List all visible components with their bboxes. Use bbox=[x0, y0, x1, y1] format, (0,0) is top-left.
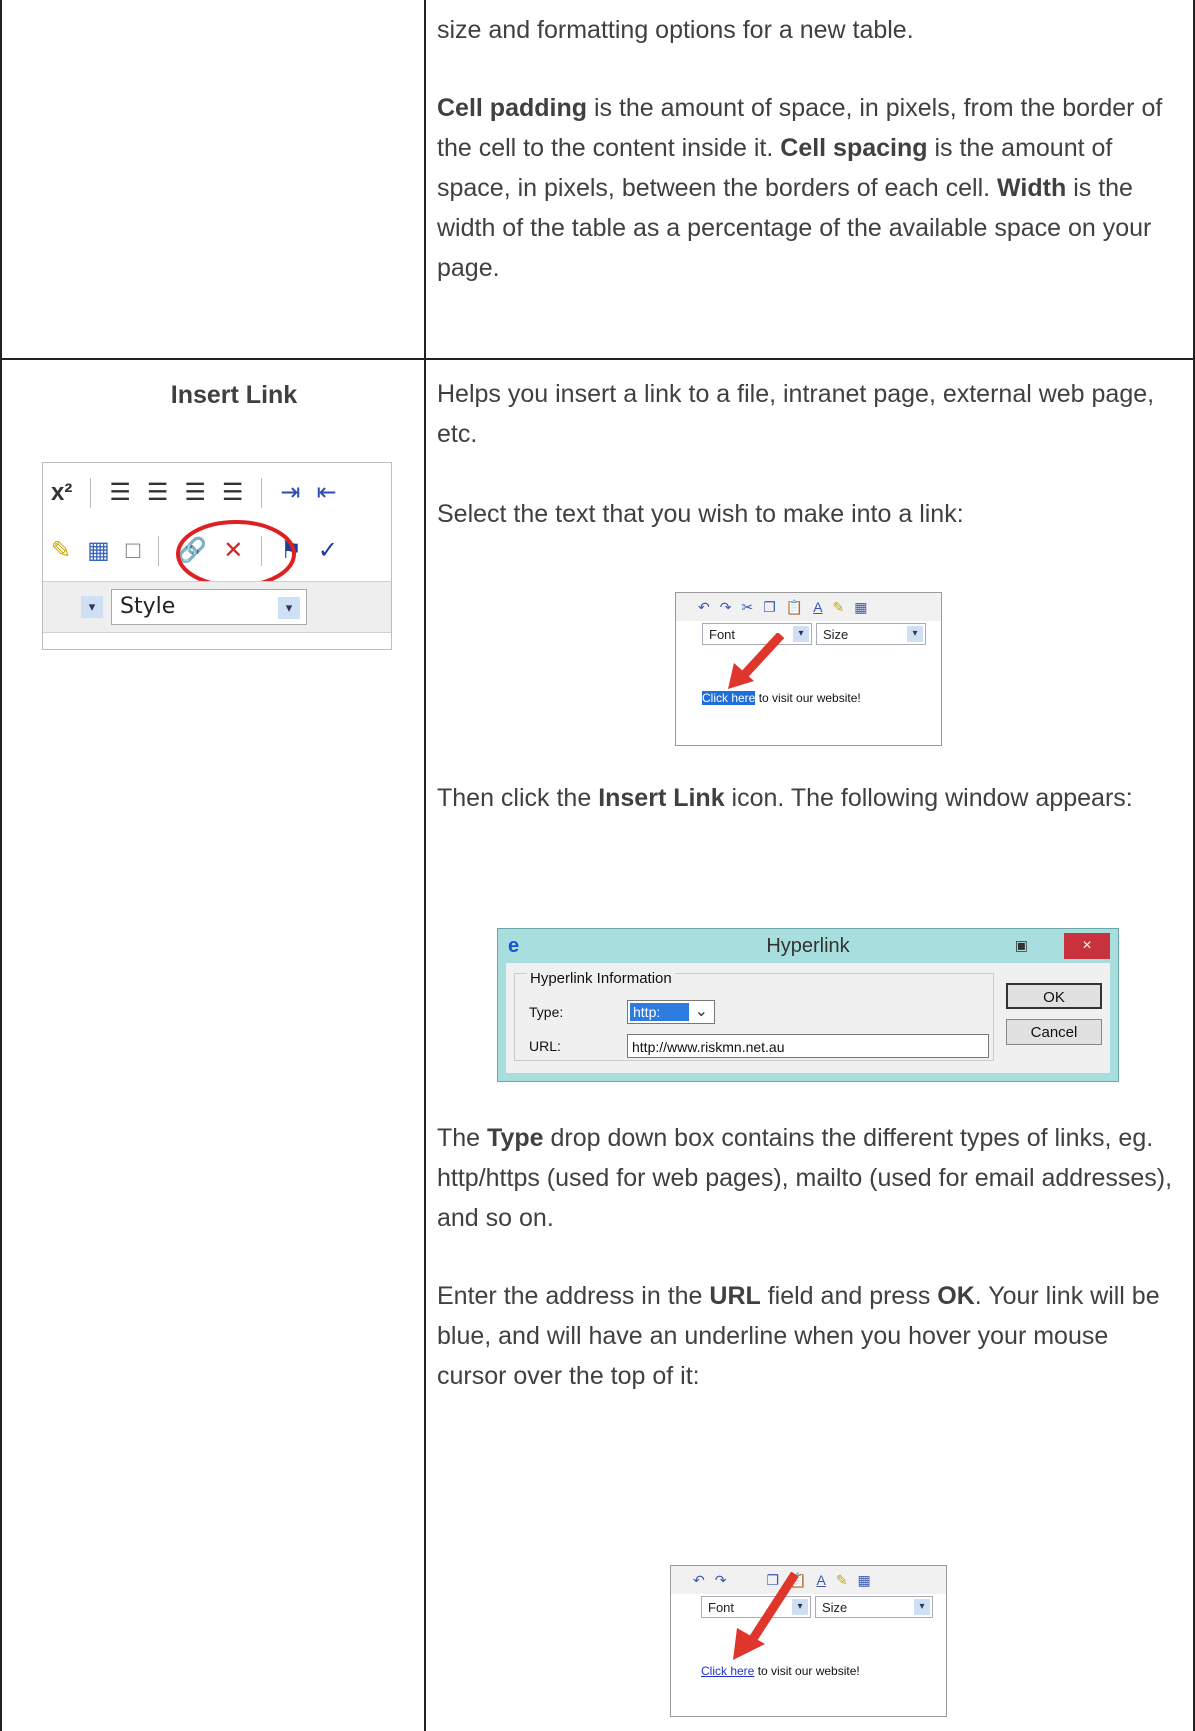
outdent-icon: ⇤ bbox=[316, 479, 337, 506]
table-cell-feature: Insert Link bbox=[42, 380, 426, 410]
toolbar-separator bbox=[90, 478, 92, 508]
font-select-dropdown-arrow: ▾ bbox=[81, 596, 103, 618]
document-table: size and formatting options for a new ta… bbox=[0, 0, 1195, 1731]
superscript-icon: x² bbox=[51, 479, 73, 506]
highlight-color-icon: ✎ bbox=[51, 537, 72, 564]
indent-icon: ⇥ bbox=[280, 479, 301, 506]
redo-icon: ↷ bbox=[714, 1571, 727, 1588]
toolbar-row-formatting: x² ☰ ☰ ☰ ☰ ⇥ ⇤ bbox=[43, 469, 391, 517]
term-cell-padding: Cell padding bbox=[437, 94, 587, 122]
text-type-b: drop down box contains the different typ… bbox=[437, 1124, 1173, 1232]
editor-toolbar: ↶ ↷ ❐ 📋 A ✎ ▦ bbox=[671, 1566, 946, 1594]
red-arrow-icon bbox=[733, 1572, 799, 1660]
term-url: URL bbox=[709, 1282, 761, 1310]
copy-icon: ❐ bbox=[763, 598, 776, 615]
toolbar-separator bbox=[261, 478, 263, 508]
term-width: Width bbox=[997, 174, 1067, 202]
highlight-color-icon: ✎ bbox=[835, 1571, 848, 1588]
type-select[interactable]: http: ⌄ bbox=[627, 1000, 715, 1024]
close-button[interactable]: × bbox=[1064, 933, 1110, 959]
editor-screenshot-selected: ↶ ↷ ✂ ❐ 📋 A ✎ ▦ Font ▾ Size ▾ Click here… bbox=[675, 592, 942, 746]
size-select-label: Size bbox=[823, 627, 849, 642]
chevron-down-icon: ▾ bbox=[914, 1599, 930, 1615]
chevron-down-icon: ▾ bbox=[907, 626, 923, 642]
editor-content-rest: to visit our website! bbox=[755, 691, 861, 705]
table-cell-description-type: The Type drop down box contains the diff… bbox=[437, 1118, 1175, 1396]
paragraph-cell-definitions: Cell padding is the amount of space, in … bbox=[437, 88, 1175, 288]
table-border-icon: □ bbox=[125, 537, 141, 564]
size-select: Size ▾ bbox=[815, 1596, 933, 1618]
paste-icon: 📋 bbox=[785, 598, 804, 615]
dialog-body: Hyperlink Information Type: http: ⌄ URL:… bbox=[506, 963, 1110, 1073]
editor-content: Click here to visit our website! bbox=[701, 1664, 860, 1678]
chevron-down-icon: ▾ bbox=[278, 597, 300, 619]
cancel-button[interactable]: Cancel bbox=[1006, 1019, 1102, 1045]
editor-content: Click here to visit our website! bbox=[702, 691, 861, 705]
table-cell-description-then: Then click the Insert Link icon. The fol… bbox=[437, 778, 1175, 818]
selected-text: Click here bbox=[702, 691, 756, 705]
ok-button[interactable]: OK bbox=[1006, 983, 1102, 1009]
cut-icon: ✂ bbox=[741, 598, 754, 615]
paragraph-then-click: Then click the Insert Link icon. The fol… bbox=[437, 778, 1175, 818]
editor-screenshot-linked: ↶ ↷ ❐ 📋 A ✎ ▦ Font ▾ Size ▾ Click here t… bbox=[670, 1565, 947, 1717]
term-type: Type bbox=[487, 1124, 544, 1152]
chevron-down-icon: ⌄ bbox=[694, 1003, 708, 1020]
pin-icon: ▣ bbox=[1014, 937, 1028, 953]
align-right-icon: ☰ bbox=[184, 479, 206, 506]
table-cell-description-insert-link: Helps you insert a link to a file, intra… bbox=[437, 374, 1175, 534]
red-arrow-icon bbox=[728, 633, 785, 689]
redo-icon: ↷ bbox=[719, 598, 732, 615]
text-type-a: The bbox=[437, 1124, 488, 1152]
spellcheck-icon: ✓ bbox=[317, 537, 338, 564]
type-label: Type: bbox=[529, 1004, 564, 1020]
undo-icon: ↶ bbox=[693, 1571, 705, 1588]
table-cell-description-top: size and formatting options for a new ta… bbox=[437, 0, 1175, 288]
size-select-label: Size bbox=[822, 1600, 848, 1615]
type-select-value: http: bbox=[630, 1003, 689, 1021]
hyperlink-dialog: e Hyperlink ▣ × Hyperlink Information Ty… bbox=[497, 928, 1119, 1082]
insert-table-icon: ▦ bbox=[87, 537, 110, 564]
toolbar-row-selects: ▾ Style ▾ bbox=[43, 581, 391, 633]
chevron-down-icon: ▾ bbox=[793, 626, 809, 642]
group-label: Hyperlink Information bbox=[527, 970, 675, 987]
paragraph-type-dropdown: The Type drop down box contains the diff… bbox=[437, 1118, 1175, 1238]
highlight-color-icon: ✎ bbox=[832, 598, 845, 615]
term-ok: OK bbox=[937, 1282, 975, 1310]
style-select: Style ▾ bbox=[111, 589, 307, 625]
hyperlink-info-group: Hyperlink Information Type: http: ⌄ URL:… bbox=[514, 970, 994, 1061]
url-input[interactable]: http://www.riskmn.net.au bbox=[627, 1034, 989, 1058]
hyperlink-text[interactable]: Click here bbox=[701, 1664, 754, 1678]
toolbar-separator bbox=[158, 536, 160, 566]
undo-icon: ↶ bbox=[698, 598, 710, 615]
font-color-icon: A bbox=[813, 599, 823, 615]
term-insert-link: Insert Link bbox=[598, 784, 725, 812]
paragraph-select-text: Select the text that you wish to make in… bbox=[437, 500, 964, 528]
table-row-divider bbox=[0, 358, 1195, 360]
term-cell-spacing: Cell spacing bbox=[780, 134, 928, 162]
insert-table-icon: ▦ bbox=[854, 598, 868, 615]
editor-content-rest: to visit our website! bbox=[754, 1664, 860, 1678]
text-then-a: Then click the bbox=[437, 784, 599, 812]
font-color-icon: A bbox=[816, 1572, 826, 1588]
text-then-b: icon. The following window appears: bbox=[724, 784, 1133, 812]
table-border-middle bbox=[424, 0, 426, 1731]
close-icon: × bbox=[1082, 937, 1092, 954]
insert-link-heading: Insert Link bbox=[170, 381, 298, 409]
align-left-icon: ☰ bbox=[109, 479, 131, 506]
paragraph-intro: Helps you insert a link to a file, intra… bbox=[437, 380, 1155, 448]
size-select: Size ▾ bbox=[816, 623, 926, 645]
toolbar-screenshot: x² ☰ ☰ ☰ ☰ ⇥ ⇤ ✎ ▦ □ 🔗 ✕ ⚑ ✓ ▾ Style ▾ bbox=[42, 462, 392, 650]
text-enter-b: field and press bbox=[760, 1282, 938, 1310]
text-enter-a: Enter the address in the bbox=[437, 1282, 710, 1310]
editor-toolbar: ↶ ↷ ✂ ❐ 📋 A ✎ ▦ bbox=[676, 593, 941, 621]
align-justify-icon: ☰ bbox=[221, 479, 244, 506]
paragraph-table-options: size and formatting options for a new ta… bbox=[437, 16, 914, 44]
insert-table-icon: ▦ bbox=[857, 1571, 871, 1588]
align-center-icon: ☰ bbox=[146, 479, 169, 506]
paragraph-enter-url: Enter the address in the URL field and p… bbox=[437, 1276, 1175, 1396]
style-select-label: Style bbox=[120, 594, 176, 619]
table-border-left bbox=[0, 0, 2, 1731]
url-label: URL: bbox=[529, 1038, 561, 1054]
